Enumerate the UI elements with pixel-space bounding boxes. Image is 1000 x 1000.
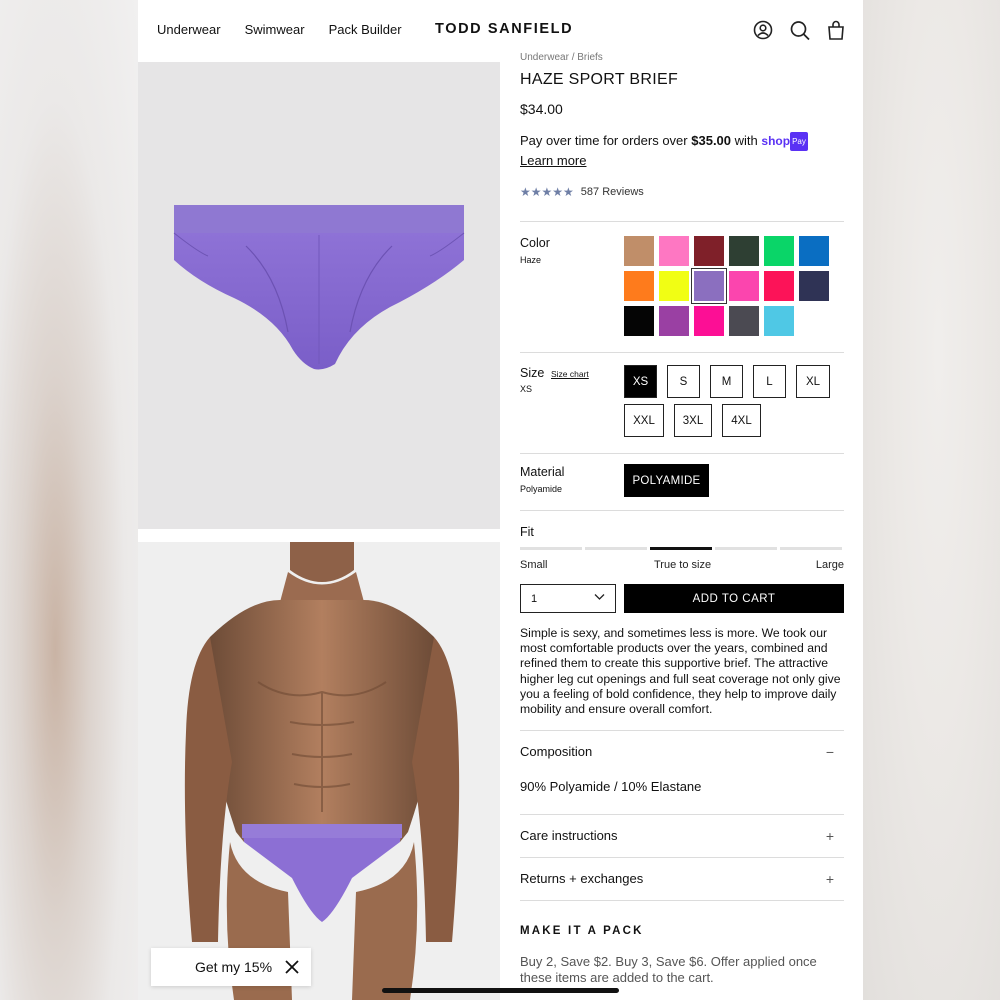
product-image-flat[interactable] <box>138 62 500 529</box>
color-swatch[interactable] <box>764 236 794 266</box>
divider <box>520 352 844 353</box>
color-swatch[interactable] <box>764 271 794 301</box>
color-swatch[interactable] <box>799 236 829 266</box>
rating-stars-icon: ★★★★★ <box>520 185 574 199</box>
chevron-down-icon <box>594 594 605 600</box>
fit-bar <box>585 547 647 550</box>
learn-more-link[interactable]: Learn more <box>520 153 586 168</box>
product-rating[interactable]: ★★★★★ 587 Reviews <box>520 185 644 199</box>
size-selected: XS <box>520 384 533 394</box>
expand-icon: + <box>825 828 834 844</box>
pack-description: Buy 2, Save $2. Buy 3, Save $6. Offer ap… <box>520 954 817 985</box>
divider <box>520 730 844 731</box>
color-selected: Haze <box>520 255 542 265</box>
color-swatch[interactable] <box>729 306 759 336</box>
pack-title: MAKE IT A PACK <box>520 925 644 937</box>
product-details: Underwear / Briefs HAZE SPORT BRIEF $34.… <box>520 0 844 1000</box>
color-swatch[interactable] <box>694 236 724 266</box>
discount-popup-label[interactable]: Get my 15% <box>195 959 272 975</box>
accordion-care[interactable]: Care instructions + <box>520 828 844 844</box>
fit-bar <box>520 547 582 550</box>
color-swatches <box>624 236 829 336</box>
size-option-4xl[interactable]: 4XL <box>722 404 761 437</box>
breadcrumb[interactable]: Underwear / Briefs <box>520 52 603 63</box>
color-swatch-selected[interactable] <box>691 268 727 304</box>
background-blur-right <box>863 0 1000 1000</box>
quantity-value: 1 <box>531 592 538 605</box>
color-swatch[interactable] <box>729 271 759 301</box>
color-swatch[interactable] <box>659 236 689 266</box>
product-page: Underwear Swimwear Pack Builder TODD SAN… <box>138 0 863 1000</box>
color-swatch[interactable] <box>624 271 654 301</box>
size-option-s[interactable]: S <box>667 365 700 398</box>
brief-illustration <box>173 205 465 370</box>
review-count[interactable]: 587 Reviews <box>581 186 644 198</box>
add-to-cart-button[interactable]: ADD TO CART <box>624 584 844 613</box>
accordion-returns-label: Returns + exchanges <box>520 871 644 886</box>
fit-bar <box>715 547 777 550</box>
accordion-composition[interactable]: Composition − <box>520 744 844 760</box>
nav-underwear[interactable]: Underwear <box>157 22 221 37</box>
color-swatch[interactable] <box>694 306 724 336</box>
color-swatch[interactable] <box>729 236 759 266</box>
composition-text: 90% Polyamide / 10% Elastane <box>520 779 702 794</box>
material-option-polyamide[interactable]: POLYAMIDE <box>624 464 709 497</box>
color-label: Color <box>520 236 550 250</box>
shop-pay-badge: Pay <box>790 132 808 151</box>
product-price: $34.00 <box>520 101 563 117</box>
model-illustration <box>138 542 500 1000</box>
close-icon[interactable] <box>285 960 299 974</box>
divider <box>520 221 844 222</box>
size-chart-link[interactable]: Size chart <box>551 369 589 379</box>
fit-label-small: Small <box>520 559 548 571</box>
shop-pay-logo: shop <box>761 134 791 148</box>
divider <box>520 814 844 815</box>
main-nav: Underwear Swimwear Pack Builder <box>157 22 402 37</box>
fit-bar-selected <box>650 547 712 550</box>
color-swatch[interactable] <box>764 306 794 336</box>
fit-bar <box>780 547 842 550</box>
material-label: Material <box>520 465 565 479</box>
collapse-icon: − <box>825 744 834 760</box>
shop-pay-banner: Pay over time for orders over $35.00 wit… <box>520 131 844 170</box>
discount-popup[interactable]: Get my 15% <box>151 948 311 986</box>
size-option-3xl[interactable]: 3XL <box>674 404 712 437</box>
size-label: Size <box>520 366 545 380</box>
material-selected: Polyamide <box>520 484 563 494</box>
divider <box>520 453 844 454</box>
size-option-xxl[interactable]: XXL <box>624 404 664 437</box>
accordion-care-label: Care instructions <box>520 828 618 843</box>
size-option-m[interactable]: M <box>710 365 743 398</box>
product-title: HAZE SPORT BRIEF <box>520 71 679 88</box>
accordion-composition-label: Composition <box>520 744 593 759</box>
nav-swimwear[interactable]: Swimwear <box>245 22 305 37</box>
home-indicator <box>382 988 619 993</box>
color-swatch[interactable] <box>624 236 654 266</box>
shop-pay-text: Pay over time for orders over <box>520 133 688 148</box>
accordion-returns[interactable]: Returns + exchanges + <box>520 871 844 887</box>
divider <box>520 900 844 901</box>
nav-pack-builder[interactable]: Pack Builder <box>329 22 402 37</box>
color-swatch[interactable] <box>624 306 654 336</box>
size-option-xs[interactable]: XS <box>624 365 657 398</box>
quantity-select[interactable]: 1 <box>520 584 616 613</box>
color-swatch[interactable] <box>659 271 689 301</box>
fit-label-large: Large <box>815 559 844 571</box>
product-description: Simple is sexy, and sometimes less is mo… <box>520 626 841 717</box>
shop-pay-amount: $35.00 <box>691 133 732 148</box>
divider <box>520 510 844 511</box>
shop-pay-with: with <box>734 133 758 148</box>
background-blur-left <box>0 0 138 1000</box>
product-image-model[interactable] <box>138 542 500 1000</box>
expand-icon: + <box>825 871 834 887</box>
color-swatch[interactable] <box>659 306 689 336</box>
size-option-xl[interactable]: XL <box>796 365 830 398</box>
fit-label-true-to-size: True to size <box>654 559 712 571</box>
size-option-l[interactable]: L <box>753 365 786 398</box>
divider <box>520 857 844 858</box>
fit-label: Fit <box>520 525 534 539</box>
fit-scale <box>520 547 842 550</box>
color-swatch[interactable] <box>799 271 829 301</box>
